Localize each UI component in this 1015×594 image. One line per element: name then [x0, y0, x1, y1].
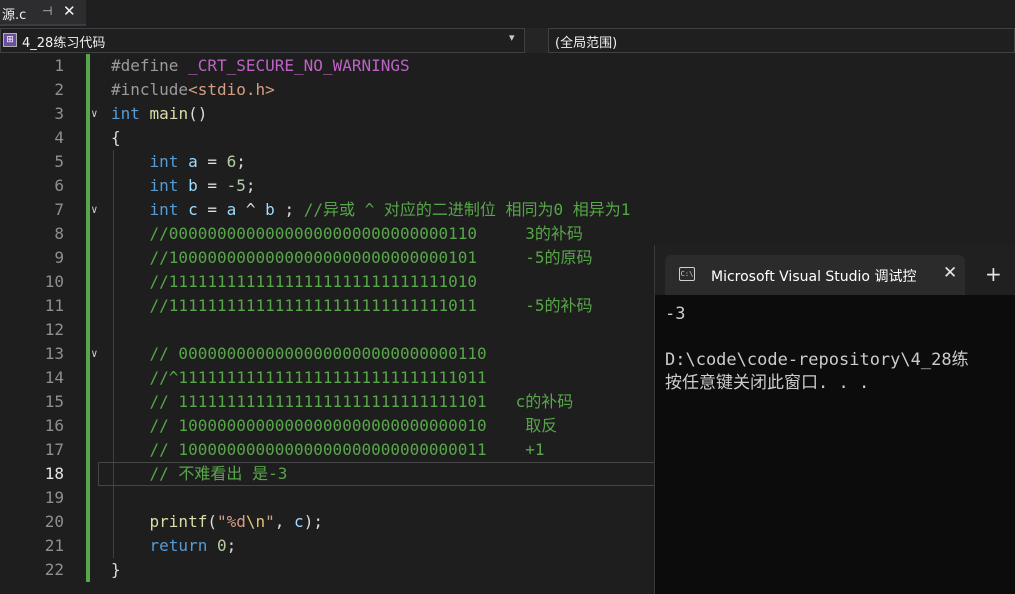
line-number: 19: [44, 488, 64, 507]
navigation-bar: ⊞ 4_28练习代码 ▾ (全局范围): [0, 28, 1015, 53]
code-text: // 不难看出 是-3: [149, 464, 288, 483]
change-indicator: [86, 438, 90, 462]
line-number: 10: [44, 272, 64, 291]
chevron-down-icon[interactable]: ▾: [509, 31, 515, 44]
line-number: 11: [44, 296, 64, 315]
code-text: // 00000000000000000000000000000110: [149, 344, 487, 363]
change-indicator: [86, 462, 90, 486]
code-line[interactable]: 2 #include<stdio.h>: [0, 78, 1015, 102]
scope-label: (全局范围): [555, 36, 618, 51]
change-indicator: [86, 198, 90, 222]
code-text: }: [111, 560, 121, 579]
code-line[interactable]: 7 ∨ int c = a ^ b ; //异或 ^ 对应的二进制位 相同为0 …: [0, 198, 1015, 222]
console-output: -3 D:\code\code-repository\4_28练 按任意键关闭此窗…: [665, 303, 969, 395]
line-number: 2: [54, 80, 64, 99]
change-indicator: [86, 390, 90, 414]
line-number: 3: [54, 104, 64, 123]
code-line[interactable]: 6 int b = -5;: [0, 174, 1015, 198]
console-tab-bar: C:\ Microsoft Visual Studio 调试控 ✕ +: [655, 245, 1015, 295]
code-text: int a = 6;: [149, 152, 246, 171]
line-number: 20: [44, 512, 64, 531]
code-line[interactable]: 8 //00000000000000000000000000000110 3的补…: [0, 222, 1015, 246]
change-indicator: [86, 366, 90, 390]
code-text: // 10000000000000000000000000000010 取反: [149, 416, 558, 435]
code-text: #define _CRT_SECURE_NO_WARNINGS: [111, 56, 410, 75]
pin-icon[interactable]: ⊣: [42, 4, 52, 18]
line-number: 6: [54, 176, 64, 195]
line-number: 21: [44, 536, 64, 555]
debug-console-window[interactable]: C:\ Microsoft Visual Studio 调试控 ✕ + -3 D…: [654, 245, 1015, 594]
code-text: //00000000000000000000000000000110 3的补码: [149, 224, 583, 243]
code-text: // 11111111111111111111111111111101 c的补码: [149, 392, 574, 411]
line-number: 15: [44, 392, 64, 411]
change-indicator: [86, 558, 90, 582]
code-text: int b = -5;: [149, 176, 256, 195]
code-text: int c = a ^ b ; //异或 ^ 对应的二进制位 相同为0 相异为1: [149, 200, 631, 219]
line-number: 14: [44, 368, 64, 387]
change-indicator: [86, 174, 90, 198]
code-line[interactable]: 1 #define _CRT_SECURE_NO_WARNINGS: [0, 54, 1015, 78]
close-icon[interactable]: ✕: [943, 263, 957, 283]
line-number: 22: [44, 560, 64, 579]
collapse-chevron-icon[interactable]: ∨: [91, 102, 98, 126]
change-indicator: [86, 78, 90, 102]
document-tab-strip: 源.c ⊣ ✕: [0, 0, 1015, 26]
line-number: 12: [44, 320, 64, 339]
tab-source-file[interactable]: 源.c ⊣ ✕: [0, 0, 86, 26]
line-number: 5: [54, 152, 64, 171]
change-indicator: [86, 126, 90, 150]
close-icon[interactable]: ✕: [63, 2, 76, 20]
code-text: printf("%d\n", c);: [149, 512, 323, 531]
line-number: 18: [44, 464, 64, 483]
change-indicator: [86, 318, 90, 342]
code-text: //10000000000000000000000000000101 -5的原码: [149, 248, 593, 267]
line-number: 4: [54, 128, 64, 147]
code-text: #include<stdio.h>: [111, 80, 275, 99]
console-line: D:\code\code-repository\4_28练: [665, 350, 969, 370]
collapse-chevron-icon[interactable]: ∨: [91, 198, 98, 222]
console-line: 按任意键关闭此窗口. . .: [665, 373, 870, 393]
change-indicator: [86, 54, 90, 78]
change-indicator: [86, 342, 90, 366]
code-text: // 10000000000000000000000000000011 +1: [149, 440, 545, 459]
code-text: //11111111111111111111111111111011 -5的补码: [149, 296, 593, 315]
change-indicator: [86, 294, 90, 318]
project-name: 4_28练习代码: [22, 36, 106, 51]
line-number: 1: [54, 56, 64, 75]
line-number: 17: [44, 440, 64, 459]
line-number: 9: [54, 248, 64, 267]
console-icon: C:\: [679, 267, 695, 281]
line-number: 8: [54, 224, 64, 243]
collapse-chevron-icon[interactable]: ∨: [91, 342, 98, 366]
change-indicator: [86, 246, 90, 270]
change-indicator: [86, 534, 90, 558]
code-text: //11111111111111111111111111111010: [149, 272, 478, 291]
change-indicator: [86, 510, 90, 534]
code-line[interactable]: 3 ∨ int main(): [0, 102, 1015, 126]
change-indicator: [86, 150, 90, 174]
console-tab-title: Microsoft Visual Studio 调试控: [711, 269, 917, 285]
project-dropdown[interactable]: ⊞ 4_28练习代码 ▾: [0, 28, 525, 53]
code-line[interactable]: 4 {: [0, 126, 1015, 150]
new-tab-button[interactable]: +: [985, 262, 1002, 286]
project-icon: ⊞: [3, 33, 17, 47]
change-indicator: [86, 270, 90, 294]
change-indicator: [86, 222, 90, 246]
line-number: 7: [54, 200, 64, 219]
change-indicator: [86, 102, 90, 126]
console-tab[interactable]: C:\ Microsoft Visual Studio 调试控 ✕: [665, 255, 965, 295]
code-text: int main(): [111, 104, 208, 123]
tab-title: 源.c: [2, 8, 27, 23]
code-text: //^11111111111111111111111111111011: [149, 368, 487, 387]
line-number: 13: [44, 344, 64, 363]
code-text: {: [111, 128, 121, 147]
code-line[interactable]: 5 int a = 6;: [0, 150, 1015, 174]
change-indicator: [86, 486, 90, 510]
line-number: 16: [44, 416, 64, 435]
scope-dropdown[interactable]: (全局范围): [548, 28, 1015, 53]
console-line: -3: [665, 304, 686, 324]
change-indicator: [86, 414, 90, 438]
code-text: return 0;: [149, 536, 237, 555]
